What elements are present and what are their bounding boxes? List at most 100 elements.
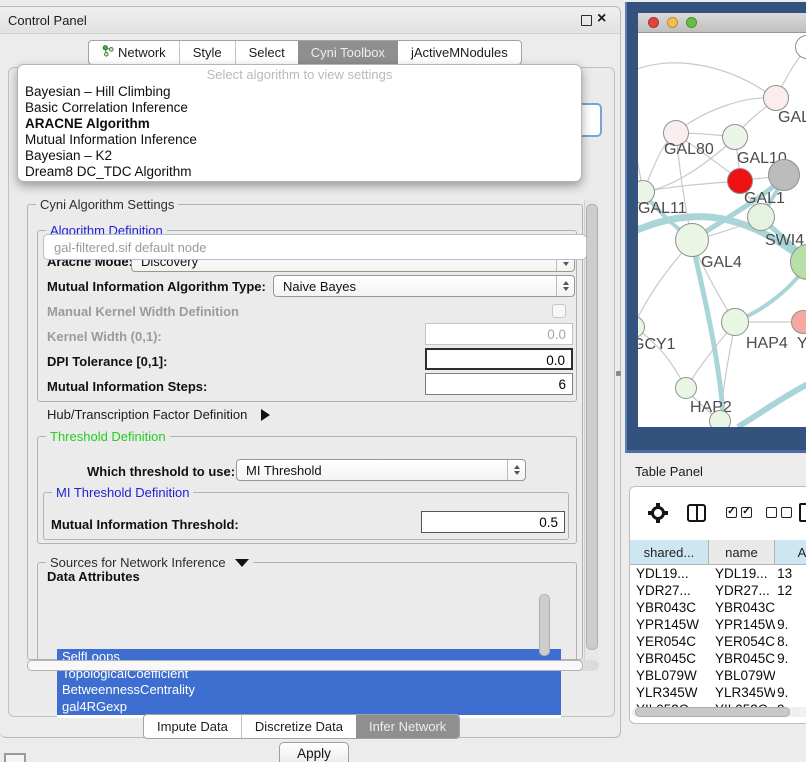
algorithm-dropdown-list: Bayesian – Hill ClimbingBasic Correlatio… — [20, 84, 579, 180]
select-columns-icon[interactable]: ✓✓ — [726, 507, 752, 518]
gear-icon[interactable] — [650, 505, 666, 521]
attribute-item-gal4rgexp[interactable]: gal4RGexp — [57, 699, 561, 716]
algorithm-option-dream8-dc-tdc-algorithm[interactable]: Dream8 DC_TDC Algorithm — [20, 164, 579, 180]
zoom-traffic-light-icon[interactable] — [686, 17, 697, 28]
settings-hscrollbar-thumb[interactable] — [27, 660, 583, 671]
mi-steps-field[interactable]: 6 — [425, 373, 573, 395]
table-cell: YER054C — [630, 633, 709, 650]
table-cell: YDR27... — [709, 582, 775, 599]
minimize-traffic-light-icon[interactable] — [667, 17, 678, 28]
table-cell: YDL19... — [709, 565, 775, 582]
manual-kernel-width-label: Manual Kernel Width Definition — [47, 304, 239, 319]
which-threshold-combo[interactable]: MI Threshold — [236, 459, 526, 481]
tab-label: Network — [118, 45, 166, 60]
close-icon[interactable]: × — [597, 10, 606, 28]
data-attributes-label: Data Attributes — [47, 569, 140, 584]
stepper-icon — [507, 460, 525, 480]
algorithm-option-basic-correlation-inference[interactable]: Basic Correlation Inference — [20, 100, 579, 116]
control-panel-title: Control Panel — [8, 13, 87, 28]
table-cell: 12 — [775, 582, 806, 599]
which-threshold-value: MI Threshold — [246, 463, 322, 478]
algorithm-option-bayesian-k2[interactable]: Bayesian – K2 — [20, 148, 579, 164]
node-label-gal80: GAL80 — [664, 141, 714, 159]
column-header-a[interactable]: A — [775, 540, 806, 565]
table-cell: YBR045C — [630, 650, 709, 667]
mi-threshold-definition-title: MI Threshold Definition — [52, 485, 193, 500]
tab-discretize-data[interactable]: Discretize Data — [241, 715, 356, 738]
algorithm-option-aracne-algorithm[interactable]: ARACNE Algorithm — [20, 116, 579, 132]
close-traffic-light-icon[interactable] — [648, 17, 659, 28]
table-body: YDL19...YDL19...13YDR27...YDR27...12YBR0… — [630, 565, 806, 707]
table-cell: YER054C — [709, 633, 775, 650]
settings-scrollbar-thumb[interactable] — [586, 204, 598, 650]
kernel-width-label: Kernel Width (0,1): — [47, 329, 162, 344]
node-unlabeled[interactable] — [709, 410, 731, 427]
algorithm-dropdown-popup: Select algorithm to view settings Bayesi… — [17, 64, 582, 182]
mi-algorithm-type-value: Naive Bayes — [283, 279, 356, 294]
table-selector-combo[interactable]: gal-filtered.sif default node — [43, 234, 587, 260]
mi-threshold-field[interactable]: 0.5 — [421, 511, 565, 533]
settings-scrollbar-track[interactable] — [584, 200, 598, 660]
network-canvas[interactable]: GALGAL80GAL10GAL1GAL11SWI4GAL4GCY1HAP4YH… — [638, 33, 806, 427]
table-row[interactable]: YDR27...YDR27...12 — [630, 582, 806, 599]
table-panel-title: Table Panel — [635, 464, 703, 479]
algorithm-option-mutual-information-inference[interactable]: Mutual Information Inference — [20, 132, 579, 148]
table-cell: YPR145W — [630, 616, 709, 633]
column-header-shared[interactable]: shared... — [630, 540, 709, 565]
table-row[interactable]: YBR045CYBR045C9. — [630, 650, 806, 667]
hub-definition-label: Hub/Transcription Factor Definition — [47, 407, 247, 422]
algorithm-option-bayesian-hill-climbing[interactable]: Bayesian – Hill Climbing — [20, 84, 579, 100]
split-table-icon[interactable] — [687, 504, 706, 522]
node-gal4[interactable] — [675, 223, 709, 257]
column-header-name[interactable]: name — [709, 540, 775, 565]
tab-impute-data[interactable]: Impute Data — [144, 715, 241, 738]
sources-group-title[interactable]: Sources for Network Inference — [46, 555, 253, 570]
node-swi4[interactable] — [747, 203, 775, 231]
network-window-titlebar[interactable] — [638, 13, 806, 33]
tab-style[interactable]: Style — [179, 41, 235, 64]
table-cell: 13 — [775, 565, 806, 582]
table-cell: YDR27... — [630, 582, 709, 599]
tab-infer-network[interactable]: Infer Network — [356, 715, 459, 738]
which-threshold-label: Which threshold to use: — [87, 464, 235, 479]
table-row[interactable]: YPR145WYPR145W9. — [630, 616, 806, 633]
node-gal[interactable] — [763, 85, 789, 111]
table-cell: YLR345W — [630, 684, 709, 701]
deselect-columns-icon[interactable] — [766, 507, 792, 518]
apply-button[interactable]: Apply — [279, 742, 349, 762]
node-hap2[interactable] — [675, 377, 697, 399]
tab-cyni-toolbox[interactable]: Cyni Toolbox — [298, 41, 398, 64]
table-cell: YDL19... — [630, 565, 709, 582]
attribute-item-betweennesscentrality[interactable]: BetweennessCentrality — [57, 682, 561, 699]
hub-definition-toggle[interactable]: Hub/Transcription Factor Definition — [47, 407, 270, 422]
new-table-icon[interactable] — [799, 503, 806, 522]
attribute-list-scrollbar[interactable] — [539, 594, 550, 656]
table-row[interactable]: YLR345WYLR345W9. — [630, 684, 806, 701]
table-panel: ✓✓ shared...nameA YDL19...YDL19...13YDR2… — [629, 486, 806, 724]
node-unlabeled[interactable] — [768, 159, 800, 191]
float-window-icon[interactable] — [581, 15, 592, 26]
control-panel-titlebar[interactable]: Control Panel × — [0, 7, 620, 34]
node-hap4[interactable] — [721, 308, 749, 336]
dpi-tolerance-field[interactable]: 0.0 — [425, 348, 573, 370]
table-hscrollbar-thumb[interactable] — [635, 707, 790, 717]
table-row[interactable]: YDL19...YDL19...13 — [630, 565, 806, 582]
table-cell: YBR045C — [709, 650, 775, 667]
tab-jactivemnodules[interactable]: jActiveMNodules — [398, 41, 521, 64]
mi-algorithm-type-combo[interactable]: Naive Bayes — [273, 275, 575, 297]
table-row[interactable]: YBR043CYBR043C — [630, 599, 806, 616]
threshold-definition-title: Threshold Definition — [46, 429, 170, 444]
tab-select[interactable]: Select — [235, 41, 298, 64]
table-hscrollbar-track[interactable] — [632, 707, 806, 717]
table-row[interactable]: YBL079WYBL079W — [630, 667, 806, 684]
bottom-tabbar: Impute DataDiscretize DataInfer Network — [143, 714, 460, 739]
table-cell: YBR043C — [630, 599, 709, 616]
tab-network[interactable]: Network — [89, 41, 179, 64]
panel-splitter-handle[interactable] — [616, 371, 621, 376]
mi-steps-label: Mutual Information Steps: — [47, 379, 207, 394]
node-gal10[interactable] — [722, 124, 748, 150]
table-cell: YBL079W — [709, 667, 775, 684]
settings-hscrollbar-track[interactable] — [27, 660, 599, 671]
table-row[interactable]: YER054CYER054C8. — [630, 633, 806, 650]
collapsed-panel-icon[interactable] — [4, 753, 26, 762]
